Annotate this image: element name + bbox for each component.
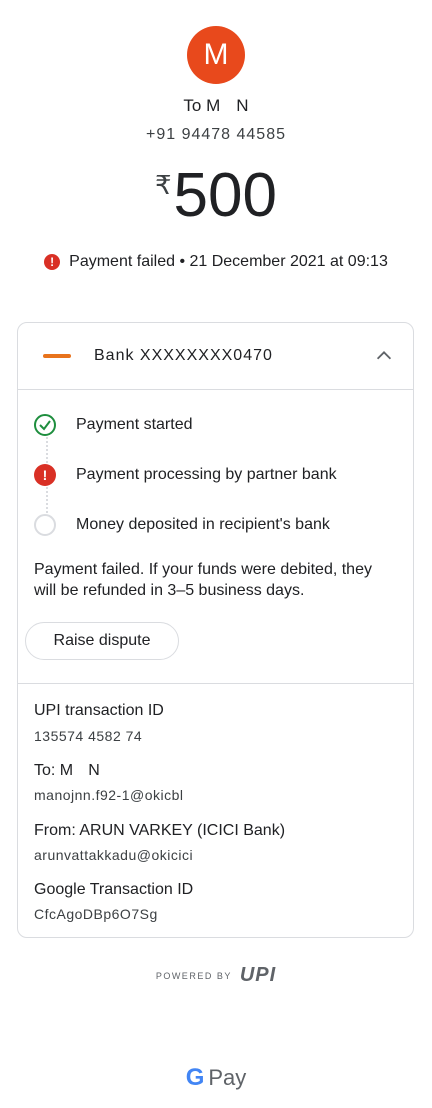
bank-account-name: Bank XXXXXXXX0470	[94, 347, 273, 364]
payment-amount: ₹500	[0, 160, 432, 231]
bank-account-row[interactable]: Bank XXXXXXXX0470	[18, 323, 413, 390]
recipient-avatar: M	[187, 26, 245, 84]
chevron-up-icon[interactable]	[373, 345, 395, 367]
google-g-icon: G	[185, 1064, 205, 1091]
step-payment-processing: ! Payment processing by partner bank	[34, 464, 337, 486]
upi-transaction-id-value[interactable]: 135574 4582 74	[34, 728, 142, 744]
bank-logo	[34, 344, 80, 368]
step-label: Payment processing by partner bank	[76, 466, 337, 483]
step-payment-started: Payment started	[34, 414, 193, 436]
payment-status: ! Payment failed • 21 December 2021 at 0…	[0, 253, 432, 271]
google-pay-logo: G Pay	[0, 1064, 432, 1092]
pending-circle-icon	[34, 514, 56, 536]
step-connector	[46, 487, 48, 513]
from-upi-id[interactable]: arunvattakkadu@okicici	[34, 847, 193, 863]
recipient-phone: +91 94478 44585	[145, 126, 286, 143]
step-money-deposited: Money deposited in recipient's bank	[34, 514, 330, 536]
recipient-name: To M N	[183, 96, 249, 115]
google-transaction-id-label: Google Transaction ID	[34, 881, 194, 898]
transaction-card: Bank XXXXXXXX0470 Payment started ! Paym…	[17, 322, 414, 938]
powered-by-text: POWERED BY	[155, 970, 232, 981]
failure-message: Payment failed. If your funds were debit…	[34, 561, 372, 599]
step-label: Money deposited in recipient's bank	[76, 516, 330, 533]
currency-symbol: ₹	[155, 170, 172, 200]
google-transaction-id-value[interactable]: CfcAgoDBp6O7Sg	[34, 906, 158, 922]
step-connector	[46, 437, 48, 463]
from-label: From: ARUN VARKEY (ICICI Bank)	[34, 822, 286, 839]
avatar-initial: M	[203, 38, 229, 71]
to-upi-id[interactable]: manojnn.f92-1@okicbl	[34, 787, 184, 803]
to-label: To: M N	[34, 762, 100, 779]
upi-powered-badge: POWERED BY UPI	[0, 964, 432, 987]
error-icon: !	[34, 464, 56, 486]
check-circle-icon	[34, 414, 56, 436]
step-label: Payment started	[76, 416, 193, 433]
upi-logo: UPI	[239, 964, 277, 986]
amount-value: 500	[173, 161, 277, 230]
brand-name: Pay	[208, 1065, 247, 1090]
divider	[18, 683, 413, 684]
upi-transaction-id-label: UPI transaction ID	[34, 702, 164, 719]
error-icon: !	[44, 254, 61, 270]
raise-dispute-button[interactable]: Raise dispute	[25, 622, 179, 660]
status-text: Payment failed • 21 December 2021 at 09:…	[69, 253, 388, 270]
